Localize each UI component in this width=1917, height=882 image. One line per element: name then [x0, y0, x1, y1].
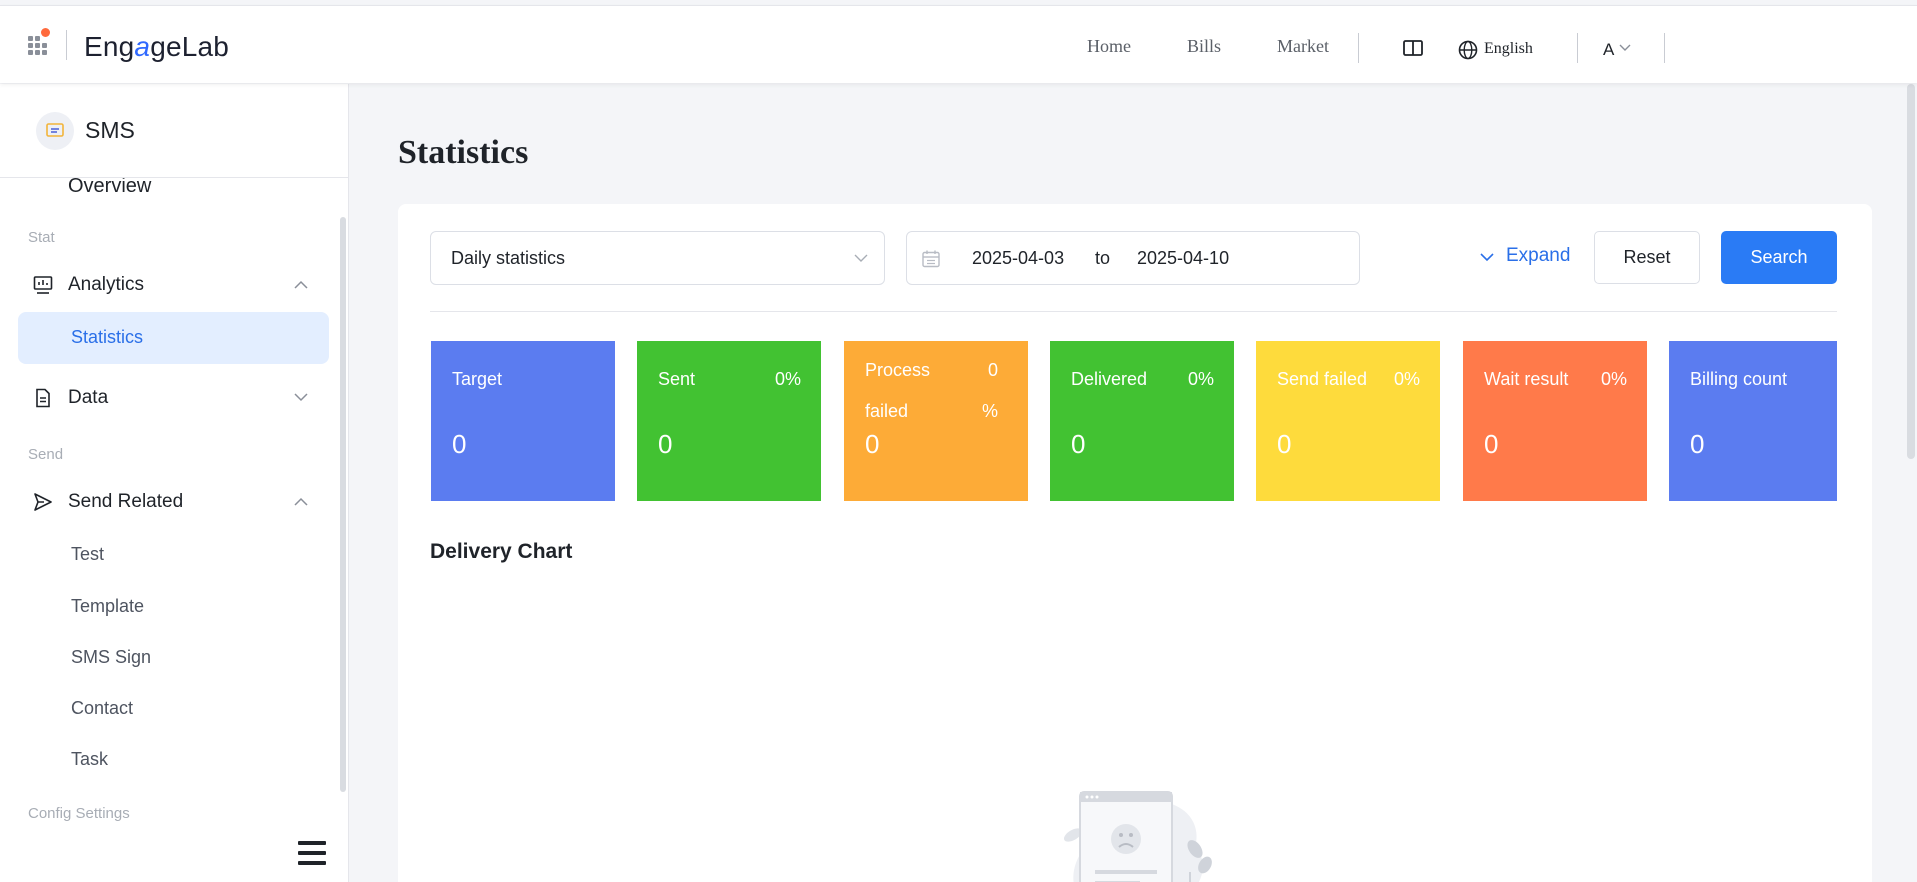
product-title: SMS	[85, 117, 135, 143]
sidebar-scrollbar[interactable]	[340, 217, 346, 792]
sms-message-icon	[36, 112, 74, 150]
section-label-stat: Stat	[28, 229, 55, 246]
stat-label: Target	[452, 369, 503, 389]
app-grid-icon[interactable]	[28, 28, 50, 55]
language-selector[interactable]: English	[1484, 40, 1533, 58]
date-to-input[interactable]: 2025-04-10	[1137, 248, 1229, 269]
send-icon	[34, 493, 52, 511]
statistics-card: Daily statistics 2025-04-03 to 2025-04-1…	[398, 204, 1872, 882]
stat-percent: 0%	[1187, 369, 1214, 389]
chevron-down-icon	[294, 393, 308, 402]
stat-percent: 0%	[1393, 369, 1420, 389]
sidebar-item-send-related[interactable]: Send Related	[28, 482, 308, 522]
date-range-separator: to	[1095, 248, 1111, 268]
stat-value: 0	[658, 429, 673, 459]
empty-data-icon	[1063, 791, 1212, 882]
stat-value: 0	[865, 429, 880, 459]
collapse-menu-icon[interactable]	[298, 841, 326, 865]
search-button[interactable]: Search	[1721, 231, 1837, 284]
sidebar-item-label: Statistics	[71, 327, 144, 347]
stat-label: Delivered	[1071, 369, 1148, 389]
top-header: EngageLab Home Bills Market English A	[0, 5, 1917, 83]
stat-label: Sent	[658, 369, 696, 389]
document-icon	[36, 388, 50, 408]
chevron-down-icon	[1480, 253, 1494, 262]
stat-value: 0	[1277, 429, 1292, 459]
chevron-down-icon[interactable]	[1619, 44, 1631, 52]
stat-percent: 0%	[1600, 369, 1627, 389]
date-from-input[interactable]: 2025-04-03	[972, 248, 1064, 269]
sidebar-item-template[interactable]: Template	[71, 596, 144, 617]
sidebar-item-overview[interactable]: Overview	[28, 175, 151, 198]
user-menu[interactable]: A	[1603, 40, 1614, 60]
sidebar-item-statistics[interactable]: Statistics	[18, 312, 329, 364]
page-title: Statistics	[398, 134, 529, 171]
chart-icon	[33, 276, 53, 294]
stat-card-sent: Sent 0% 0	[637, 341, 821, 501]
filter-divider	[430, 311, 1837, 312]
sidebar: SMS Overview Stat Analytics Statistics D…	[0, 84, 349, 882]
calendar-icon	[922, 250, 940, 268]
sidebar-item-task[interactable]: Task	[71, 749, 108, 770]
stat-label: Wait result	[1484, 369, 1569, 389]
period-select-value: Daily statistics	[451, 248, 566, 268]
chevron-up-icon	[294, 497, 308, 506]
user-divider	[1664, 33, 1665, 63]
reset-button[interactable]: Reset	[1594, 231, 1700, 284]
nav-market[interactable]: Market	[1277, 36, 1329, 57]
stat-value: 0	[1071, 429, 1086, 459]
date-range-picker[interactable]: 2025-04-03 to 2025-04-10	[906, 231, 1360, 285]
sidebar-product-header: SMS	[0, 84, 348, 178]
notification-dot-icon	[41, 28, 50, 37]
sidebar-item-contact[interactable]: Contact	[71, 698, 133, 719]
sidebar-item-data[interactable]: Data	[28, 378, 308, 418]
stat-card-send-failed: Send failed 0% 0	[1256, 341, 1440, 501]
chevron-down-icon	[854, 254, 868, 262]
stat-card-wait-result: Wait result 0% 0	[1463, 341, 1647, 501]
stat-label: Send failed	[1277, 369, 1368, 389]
stat-value: 0	[1690, 429, 1705, 459]
stat-card-process-failed: Process failed 0 % 0	[844, 341, 1028, 501]
stat-label: Billing count	[1690, 369, 1788, 389]
stat-percent: 0%	[774, 369, 801, 389]
brand-divider	[66, 30, 67, 60]
stat-percent: 0 %	[981, 360, 998, 421]
chevron-up-icon	[294, 280, 308, 289]
sidebar-item-sms-sign[interactable]: SMS Sign	[71, 647, 151, 668]
sidebar-item-label: Analytics	[68, 274, 145, 295]
nav-divider	[1358, 33, 1359, 63]
lang-divider	[1577, 33, 1578, 63]
nav-home[interactable]: Home	[1087, 36, 1131, 57]
stat-value: 0	[1484, 429, 1499, 459]
engagelab-logo[interactable]: EngageLab	[84, 31, 229, 63]
stat-card-delivered: Delivered 0% 0	[1050, 341, 1234, 501]
globe-icon[interactable]	[1458, 40, 1478, 60]
sidebar-item-label: Data	[68, 387, 109, 408]
sidebar-item-analytics[interactable]: Analytics	[28, 265, 308, 305]
sidebar-item-label: Send Related	[68, 491, 184, 512]
stat-value: 0	[452, 429, 467, 459]
section-label-send: Send	[28, 446, 64, 463]
docs-book-icon[interactable]	[1403, 40, 1423, 56]
sidebar-item-test[interactable]: Test	[71, 544, 104, 565]
stat-card-target: Target 0	[431, 341, 615, 501]
stat-card-billing-count: Billing count 0	[1669, 341, 1837, 501]
section-label-config: Config Settings	[28, 805, 130, 822]
delivery-chart-title: Delivery Chart	[430, 540, 573, 563]
page-scrollbar[interactable]	[1907, 84, 1915, 459]
nav-bills[interactable]: Bills	[1187, 36, 1221, 57]
expand-label: Expand	[1506, 245, 1571, 266]
stat-label: Process failed	[865, 360, 931, 421]
period-select[interactable]: Daily statistics	[430, 231, 885, 285]
